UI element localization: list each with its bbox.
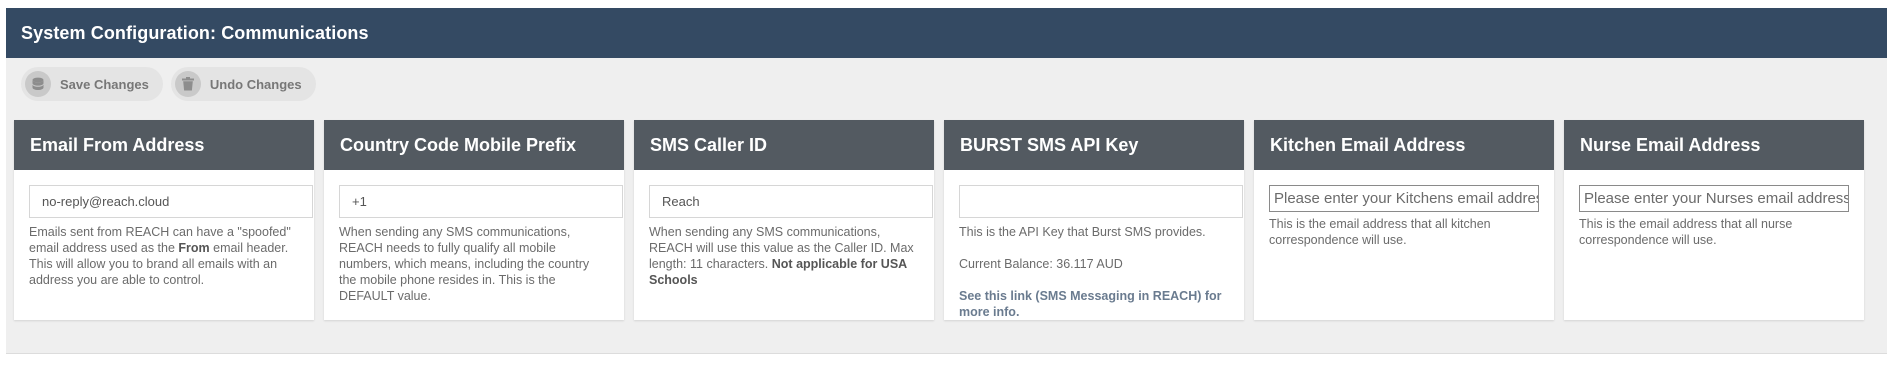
- country-code-input[interactable]: [352, 194, 622, 209]
- nurse-email-help: This is the email address that all nurse…: [1579, 217, 1793, 247]
- card-title: Nurse Email Address: [1580, 134, 1761, 155]
- card-sms-caller-id: SMS Caller ID When sending any SMS commu…: [634, 120, 934, 320]
- undo-changes-button[interactable]: Undo Changes: [170, 67, 316, 101]
- save-changes-button[interactable]: Save Changes: [21, 67, 163, 101]
- page-header: System Configuration: Communications: [6, 8, 1887, 58]
- kitchen-email-help: This is the email address that all kitch…: [1269, 217, 1491, 247]
- card-header: Country Code Mobile Prefix: [324, 120, 624, 170]
- card-title: SMS Caller ID: [650, 134, 768, 155]
- nurse-email-input[interactable]: [1584, 190, 1848, 207]
- card-title: Country Code Mobile Prefix: [340, 134, 577, 155]
- burst-api-key-input[interactable]: [972, 194, 1242, 209]
- email-from-field[interactable]: [29, 185, 313, 218]
- card-header: Nurse Email Address: [1564, 120, 1864, 170]
- card-burst-sms-api-key: BURST SMS API Key This is the API Key th…: [944, 120, 1244, 320]
- card-country-code-mobile-prefix: Country Code Mobile Prefix When sending …: [324, 120, 624, 320]
- sms-messaging-link[interactable]: See this link (SMS Messaging in REACH) f…: [959, 288, 1229, 320]
- help-bold-text: From: [178, 241, 210, 255]
- sms-caller-id-input[interactable]: [662, 194, 932, 209]
- sms-caller-id-help: When sending any SMS communications, REA…: [649, 224, 919, 288]
- card-header: Email From Address: [14, 120, 314, 170]
- page-title: System Configuration: Communications: [21, 22, 369, 43]
- settings-cards: Email From Address Emails sent from REAC…: [14, 120, 1864, 320]
- burst-api-help: This is the API Key that Burst SMS provi…: [959, 224, 1229, 320]
- email-from-input[interactable]: [42, 194, 312, 209]
- card-kitchen-email-address: Kitchen Email Address This is the email …: [1254, 120, 1554, 320]
- undo-changes-label: Undo Changes: [209, 76, 302, 92]
- current-balance: Current Balance: 36.117 AUD: [959, 257, 1123, 271]
- card-email-from-address: Email From Address Emails sent from REAC…: [14, 120, 314, 320]
- country-code-field[interactable]: [339, 185, 623, 218]
- card-nurse-email-address: Nurse Email Address This is the email ad…: [1564, 120, 1864, 320]
- email-from-help: Emails sent from REACH can have a "spoof…: [29, 224, 299, 288]
- card-header: BURST SMS API Key: [944, 120, 1244, 170]
- sms-caller-id-field[interactable]: [649, 185, 933, 218]
- save-changes-label: Save Changes: [60, 76, 149, 92]
- country-code-help: When sending any SMS communications, REA…: [339, 225, 590, 303]
- card-title: BURST SMS API Key: [960, 134, 1139, 155]
- kitchen-email-input[interactable]: [1274, 190, 1538, 207]
- kitchen-email-field[interactable]: [1269, 185, 1539, 212]
- card-header: SMS Caller ID: [634, 120, 934, 170]
- nurse-email-field[interactable]: [1579, 185, 1849, 212]
- toolbar: Save Changes Undo Changes: [6, 58, 1887, 110]
- card-title: Email From Address: [30, 134, 205, 155]
- database-icon: [25, 71, 51, 97]
- card-title: Kitchen Email Address: [1270, 134, 1466, 155]
- burst-api-key-field[interactable]: [959, 185, 1243, 218]
- trash-icon: [174, 71, 201, 97]
- card-header: Kitchen Email Address: [1254, 120, 1554, 170]
- api-key-help-text: This is the API Key that Burst SMS provi…: [959, 225, 1206, 239]
